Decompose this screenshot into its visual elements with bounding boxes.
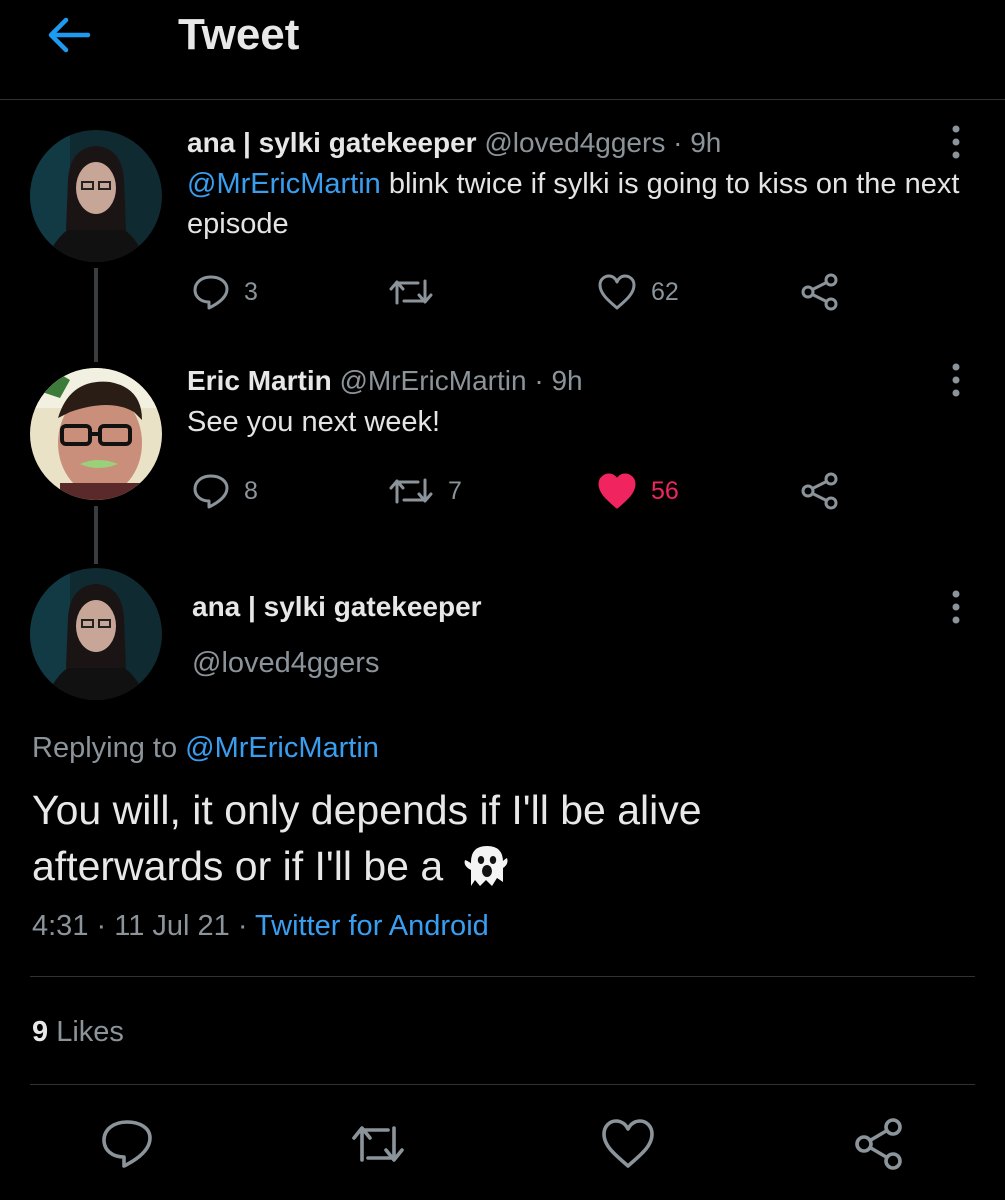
tweet-text: See you next week! <box>187 406 441 438</box>
ghost-emoji-icon <box>464 846 508 886</box>
tweet-time: · 9h <box>534 365 583 396</box>
reply-icon <box>193 275 229 310</box>
reply-button[interactable] <box>97 1114 157 1174</box>
thread-line <box>94 268 98 362</box>
retweet-button[interactable] <box>388 270 448 314</box>
back-button[interactable] <box>44 10 94 60</box>
tweet-text: @MrEricMartin blink twice if sylki is go… <box>187 168 960 240</box>
heart-icon <box>598 274 636 310</box>
reply-count: 8 <box>244 476 258 505</box>
source-link[interactable]: Twitter for Android <box>255 910 489 942</box>
more-options-button[interactable] <box>946 587 966 627</box>
more-vertical-icon <box>952 125 960 159</box>
likes-label: Likes <box>56 1016 124 1048</box>
user-handle[interactable]: @loved4ggers <box>192 646 379 680</box>
like-count: 56 <box>651 476 679 505</box>
replying-to: Replying to @MrEricMartin <box>32 732 379 764</box>
share-button[interactable] <box>800 469 840 513</box>
more-options-button[interactable] <box>946 122 966 162</box>
divider <box>30 976 975 977</box>
heart-filled-icon <box>598 473 636 509</box>
user-name[interactable]: ana | sylki gatekeeper <box>192 590 482 624</box>
avatar[interactable] <box>30 368 162 500</box>
share-button[interactable] <box>850 1114 910 1174</box>
retweet-count: 7 <box>448 476 462 505</box>
user-handle[interactable]: @loved4ggers <box>484 127 665 158</box>
like-count: 62 <box>651 277 679 306</box>
reply-button[interactable]: 3 <box>192 270 258 314</box>
mention-link[interactable]: @MrEricMartin <box>185 732 379 764</box>
retweet-icon <box>389 478 433 504</box>
reply-count: 3 <box>244 277 258 306</box>
more-options-button[interactable] <box>946 360 966 400</box>
retweet-button[interactable]: 7 <box>388 469 462 513</box>
arrow-left-icon <box>48 17 91 53</box>
like-button[interactable]: 56 <box>597 469 679 513</box>
retweet-button[interactable] <box>348 1114 408 1174</box>
share-icon <box>801 472 838 510</box>
divider <box>30 1084 975 1085</box>
avatar[interactable] <box>30 130 162 262</box>
avatar[interactable] <box>30 568 162 700</box>
like-button[interactable] <box>598 1114 658 1174</box>
tweet-text: You will, it only depends if I'll be ali… <box>32 787 702 889</box>
like-button[interactable]: 62 <box>597 270 679 314</box>
reply-icon <box>193 474 229 509</box>
share-icon <box>801 273 838 311</box>
retweet-icon <box>389 279 433 305</box>
reply-icon <box>102 1120 152 1168</box>
page-title: Tweet <box>178 10 300 59</box>
more-vertical-icon <box>952 590 960 624</box>
share-button[interactable] <box>800 270 840 314</box>
tweet-header: Eric Martin @MrEricMartin · 9h <box>187 364 583 398</box>
user-handle[interactable]: @MrEricMartin <box>339 365 526 396</box>
likes-summary[interactable]: 9 Likes <box>32 1012 124 1052</box>
user-name[interactable]: Eric Martin <box>187 365 332 396</box>
tweet-date: · 11 Jul 21 · <box>96 910 248 942</box>
heart-icon <box>602 1119 654 1168</box>
mention-link[interactable]: @MrEricMartin <box>187 168 381 200</box>
header-divider <box>0 99 1005 100</box>
tweet-meta: 4:31 · 11 Jul 21 · Twitter for Android <box>32 906 489 946</box>
tweet-time: 4:31 <box>32 910 89 942</box>
tweet-header: ana | sylki gatekeeper @loved4ggers · 9h <box>187 126 721 160</box>
retweet-icon <box>352 1126 404 1162</box>
tweet-time: · 9h <box>673 127 722 158</box>
share-icon <box>855 1118 902 1170</box>
thread-line <box>94 506 98 564</box>
reply-button[interactable]: 8 <box>192 469 258 513</box>
user-name[interactable]: ana | sylki gatekeeper <box>187 127 477 158</box>
more-vertical-icon <box>952 363 960 397</box>
likes-count: 9 <box>32 1016 49 1048</box>
